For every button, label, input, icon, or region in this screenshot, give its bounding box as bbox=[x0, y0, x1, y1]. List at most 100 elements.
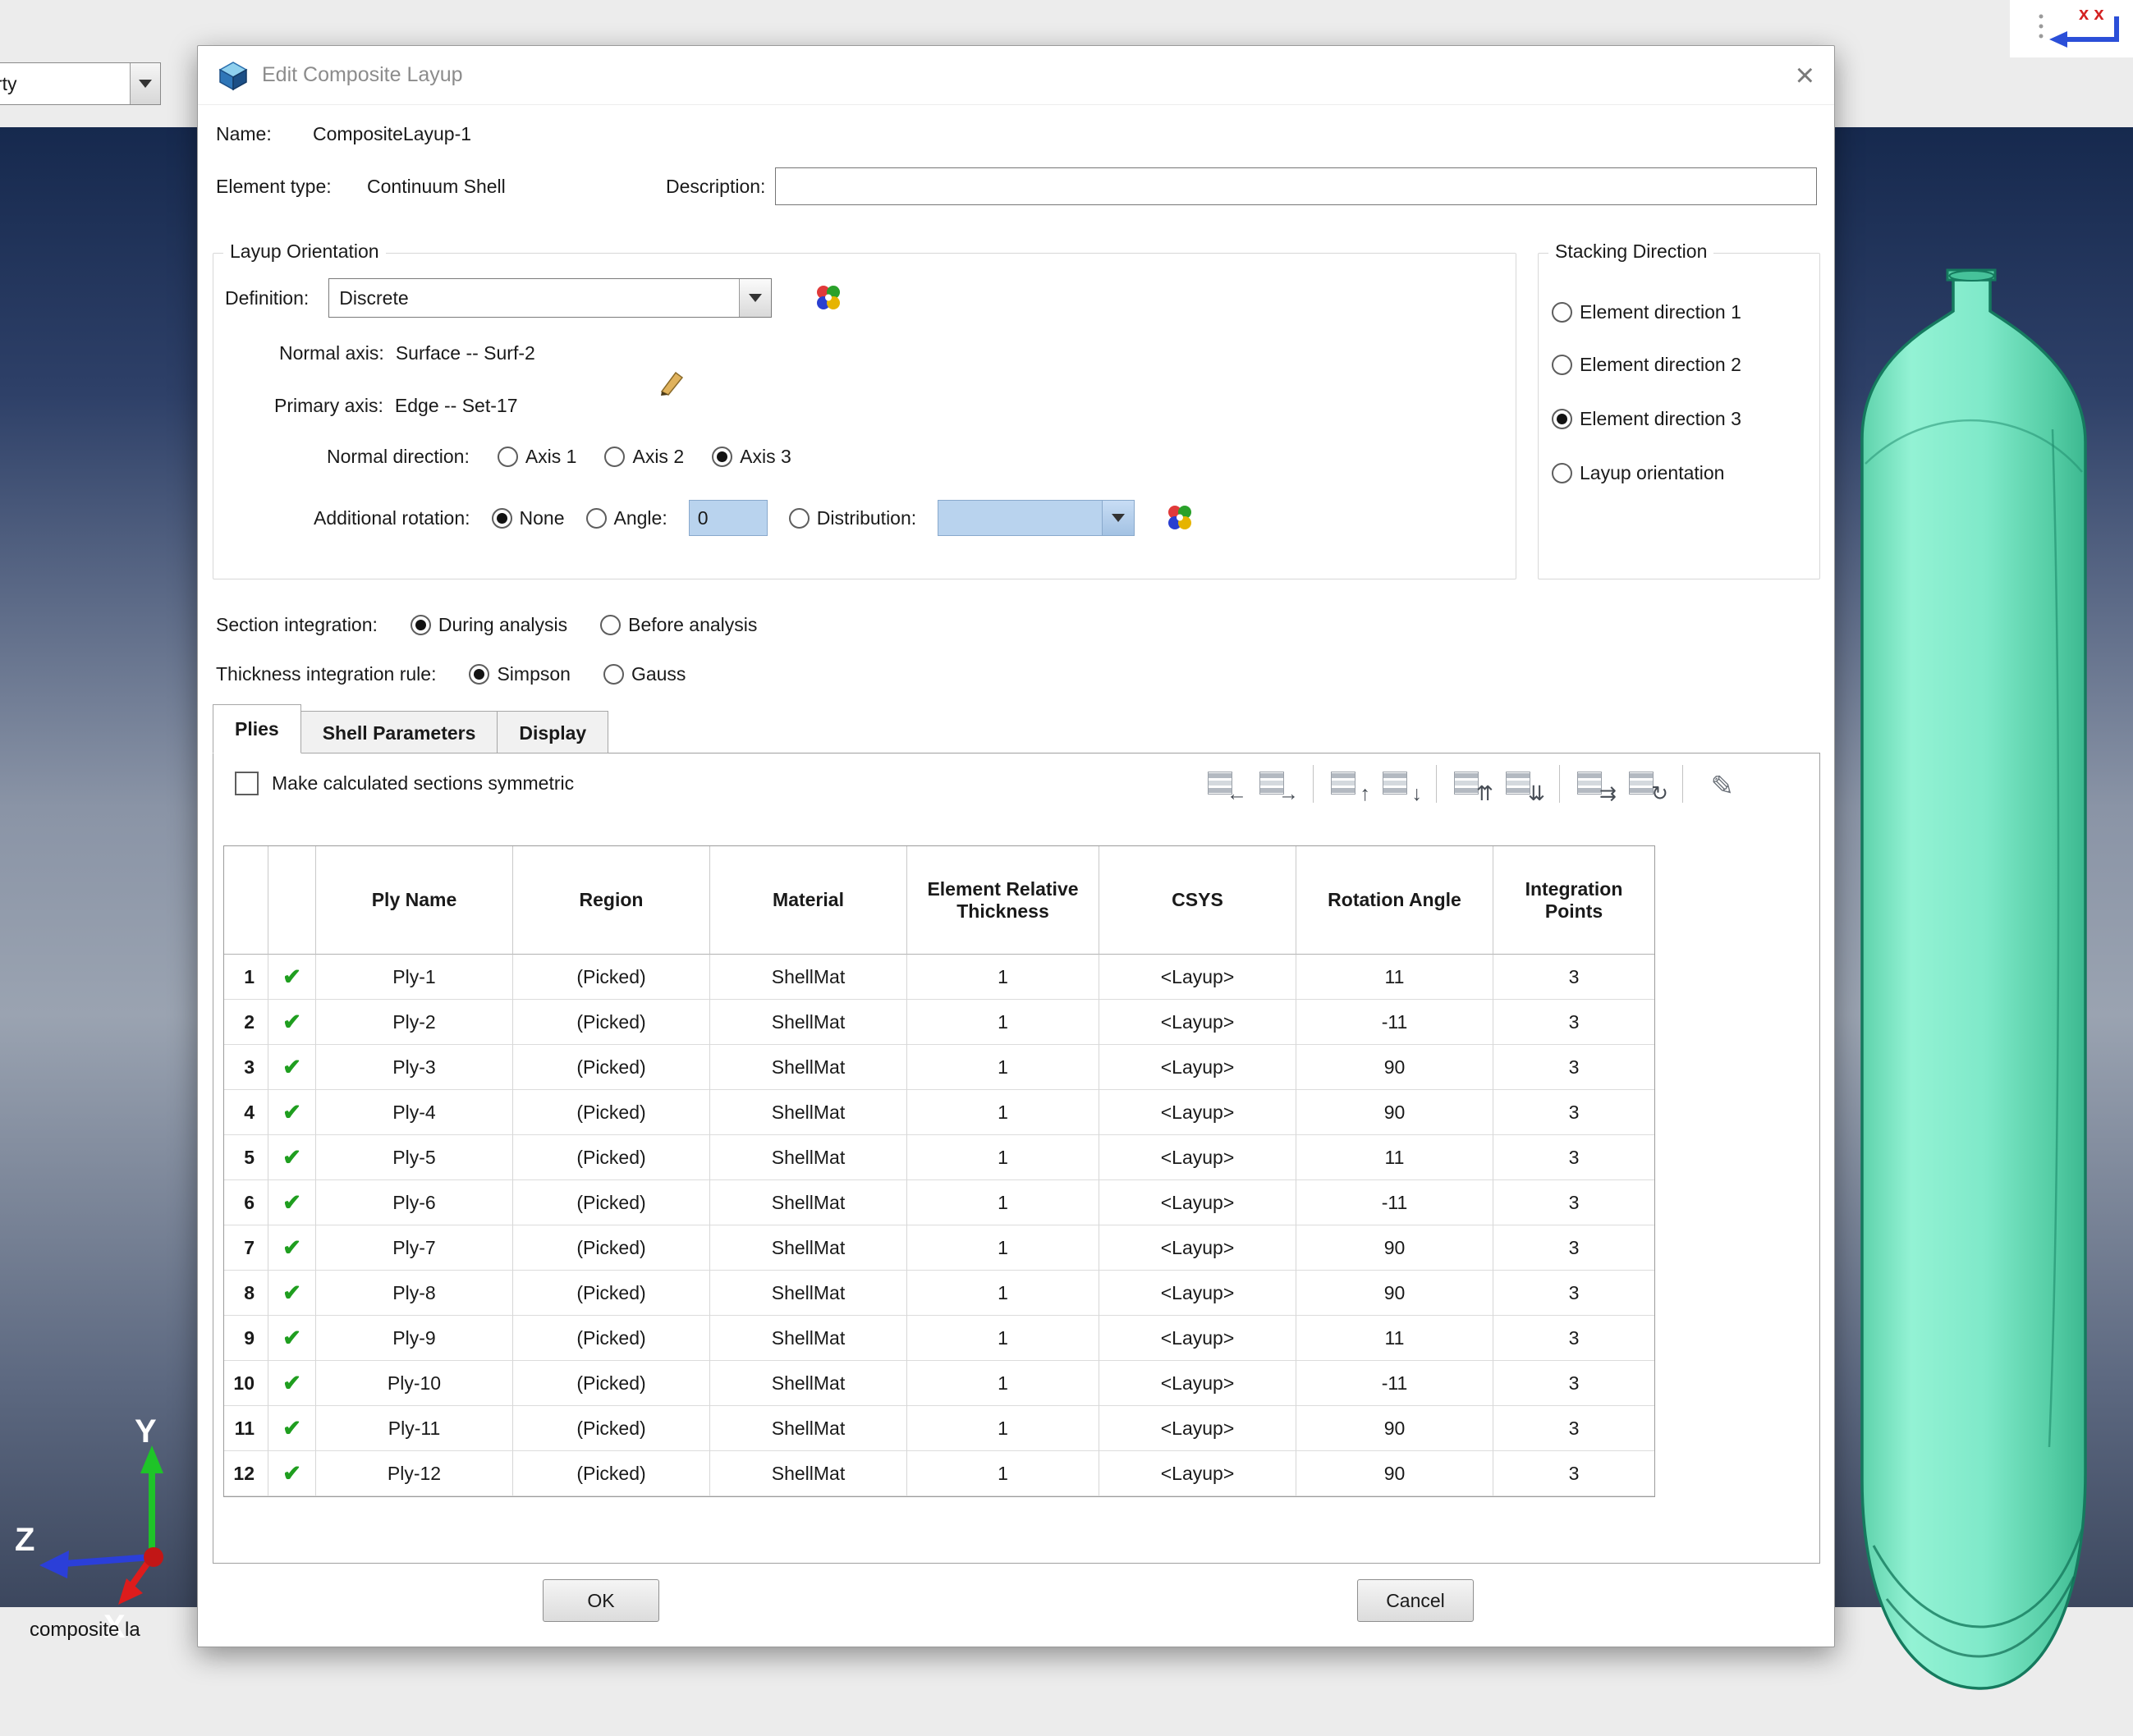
copy-ply-icon[interactable]: ⇈ bbox=[1452, 766, 1493, 802]
distribution-picker-icon[interactable] bbox=[1164, 503, 1194, 533]
ply-csys-cell[interactable]: <Layup> bbox=[1099, 1406, 1296, 1451]
ply-csys-cell[interactable]: <Layup> bbox=[1099, 1180, 1296, 1225]
ply-region-cell[interactable]: (Picked) bbox=[513, 1316, 710, 1361]
ply-active-check-icon[interactable]: ✔ bbox=[268, 1271, 316, 1316]
description-input[interactable] bbox=[775, 167, 1817, 205]
ply-name-cell[interactable]: Ply-11 bbox=[316, 1406, 513, 1451]
ply-rotation-angle-cell[interactable]: 90 bbox=[1296, 1406, 1493, 1451]
tab-shell-parameters[interactable]: Shell Parameters bbox=[301, 711, 498, 753]
ply-material-cell[interactable]: ShellMat bbox=[710, 1451, 907, 1496]
radio-before-analysis[interactable]: Before analysis bbox=[600, 614, 757, 636]
rotate-plies-icon[interactable]: ↻ bbox=[1626, 766, 1667, 802]
ply-row-number[interactable]: 9 bbox=[224, 1316, 268, 1361]
ply-thickness-cell[interactable]: 1 bbox=[907, 1045, 1099, 1090]
ply-material-cell[interactable]: ShellMat bbox=[710, 1180, 907, 1225]
radio-rotation-distribution[interactable]: Distribution: bbox=[789, 507, 916, 529]
property-combo[interactable]: rty bbox=[0, 62, 161, 105]
ply-material-cell[interactable]: ShellMat bbox=[710, 1316, 907, 1361]
radio-rotation-none[interactable]: None bbox=[492, 507, 565, 529]
ply-thickness-cell[interactable]: 1 bbox=[907, 955, 1099, 1000]
ply-name-cell[interactable]: Ply-4 bbox=[316, 1090, 513, 1135]
ply-name-cell[interactable]: Ply-2 bbox=[316, 1000, 513, 1045]
ply-rotation-angle-cell[interactable]: 90 bbox=[1296, 1451, 1493, 1496]
radio-normal-direction-axis2[interactable]: Axis 2 bbox=[604, 446, 684, 468]
radio-element-direction-1[interactable]: Element direction 1 bbox=[1552, 301, 1741, 323]
ply-active-check-icon[interactable]: ✔ bbox=[268, 1180, 316, 1225]
ply-region-cell[interactable]: (Picked) bbox=[513, 1361, 710, 1406]
ply-row-number[interactable]: 12 bbox=[224, 1451, 268, 1496]
ply-region-cell[interactable]: (Picked) bbox=[513, 1000, 710, 1045]
ply-name-cell[interactable]: Ply-6 bbox=[316, 1180, 513, 1225]
ply-name-cell[interactable]: Ply-8 bbox=[316, 1271, 513, 1316]
edit-axis-pencil-icon[interactable] bbox=[657, 367, 686, 396]
ply-integration-points-cell[interactable]: 3 bbox=[1493, 955, 1654, 1000]
radio-element-direction-3[interactable]: Element direction 3 bbox=[1552, 408, 1741, 430]
radio-element-direction-2[interactable]: Element direction 2 bbox=[1552, 354, 1741, 376]
ply-thickness-cell[interactable]: 1 bbox=[907, 1000, 1099, 1045]
ply-csys-cell[interactable]: <Layup> bbox=[1099, 1135, 1296, 1180]
close-icon[interactable]: × bbox=[1796, 59, 1814, 92]
ply-csys-cell[interactable]: <Layup> bbox=[1099, 1090, 1296, 1135]
ply-name-cell[interactable]: Ply-9 bbox=[316, 1316, 513, 1361]
ply-rotation-angle-cell[interactable]: 90 bbox=[1296, 1045, 1493, 1090]
ply-region-cell[interactable]: (Picked) bbox=[513, 1271, 710, 1316]
ply-active-check-icon[interactable]: ✔ bbox=[268, 1451, 316, 1496]
ply-integration-points-cell[interactable]: 3 bbox=[1493, 1180, 1654, 1225]
ply-region-cell[interactable]: (Picked) bbox=[513, 1180, 710, 1225]
ply-name-cell[interactable]: Ply-1 bbox=[316, 955, 513, 1000]
ply-thickness-cell[interactable]: 1 bbox=[907, 1225, 1099, 1271]
ply-integration-points-cell[interactable]: 3 bbox=[1493, 1225, 1654, 1271]
ply-rotation-angle-cell[interactable]: -11 bbox=[1296, 1180, 1493, 1225]
ply-active-check-icon[interactable]: ✔ bbox=[268, 1361, 316, 1406]
ply-rotation-angle-cell[interactable]: -11 bbox=[1296, 1000, 1493, 1045]
ply-csys-cell[interactable]: <Layup> bbox=[1099, 955, 1296, 1000]
radio-simpson[interactable]: Simpson bbox=[469, 663, 570, 685]
ply-integration-points-cell[interactable]: 3 bbox=[1493, 1135, 1654, 1180]
ply-active-check-icon[interactable]: ✔ bbox=[268, 1406, 316, 1451]
ply-region-cell[interactable]: (Picked) bbox=[513, 1045, 710, 1090]
angle-input[interactable] bbox=[689, 500, 768, 536]
ply-csys-cell[interactable]: <Layup> bbox=[1099, 1000, 1296, 1045]
move-ply-down-icon[interactable]: ↓ bbox=[1380, 766, 1421, 802]
ok-button[interactable]: OK bbox=[543, 1579, 659, 1622]
ply-material-cell[interactable]: ShellMat bbox=[710, 1000, 907, 1045]
ply-active-check-icon[interactable]: ✔ bbox=[268, 955, 316, 1000]
radio-layup-orientation[interactable]: Layup orientation bbox=[1552, 462, 1724, 484]
ply-region-cell[interactable]: (Picked) bbox=[513, 1225, 710, 1271]
ply-region-cell[interactable]: (Picked) bbox=[513, 1406, 710, 1451]
ply-csys-cell[interactable]: <Layup> bbox=[1099, 1271, 1296, 1316]
ply-active-check-icon[interactable]: ✔ bbox=[268, 1316, 316, 1361]
dialog-titlebar[interactable]: Edit Composite Layup × bbox=[198, 46, 1834, 105]
ply-active-check-icon[interactable]: ✔ bbox=[268, 1090, 316, 1135]
ply-rotation-angle-cell[interactable]: 11 bbox=[1296, 1316, 1493, 1361]
tab-plies[interactable]: Plies bbox=[213, 704, 301, 753]
ply-rotation-angle-cell[interactable]: 90 bbox=[1296, 1225, 1493, 1271]
ply-row-number[interactable]: 6 bbox=[224, 1180, 268, 1225]
ply-thickness-cell[interactable]: 1 bbox=[907, 1090, 1099, 1135]
symmetric-checkbox[interactable] bbox=[235, 772, 259, 795]
ply-material-cell[interactable]: ShellMat bbox=[710, 955, 907, 1000]
ply-csys-cell[interactable]: <Layup> bbox=[1099, 1045, 1296, 1090]
ply-thickness-cell[interactable]: 1 bbox=[907, 1271, 1099, 1316]
ply-material-cell[interactable]: ShellMat bbox=[710, 1045, 907, 1090]
ply-row-number[interactable]: 1 bbox=[224, 955, 268, 1000]
ply-material-cell[interactable]: ShellMat bbox=[710, 1406, 907, 1451]
ply-thickness-cell[interactable]: 1 bbox=[907, 1451, 1099, 1496]
radio-normal-direction-axis3[interactable]: Axis 3 bbox=[712, 446, 791, 468]
ply-row-number[interactable]: 7 bbox=[224, 1225, 268, 1271]
ply-name-cell[interactable]: Ply-12 bbox=[316, 1451, 513, 1496]
ply-csys-cell[interactable]: <Layup> bbox=[1099, 1361, 1296, 1406]
ply-rotation-angle-cell[interactable]: -11 bbox=[1296, 1361, 1493, 1406]
ply-material-cell[interactable]: ShellMat bbox=[710, 1090, 907, 1135]
ply-row-number[interactable]: 5 bbox=[224, 1135, 268, 1180]
ply-row-number[interactable]: 2 bbox=[224, 1000, 268, 1045]
ply-integration-points-cell[interactable]: 3 bbox=[1493, 1000, 1654, 1045]
ply-thickness-cell[interactable]: 1 bbox=[907, 1135, 1099, 1180]
ply-material-cell[interactable]: ShellMat bbox=[710, 1135, 907, 1180]
ply-row-number[interactable]: 11 bbox=[224, 1406, 268, 1451]
edit-ply-icon[interactable]: ✎ bbox=[1698, 766, 1739, 802]
ply-row-number[interactable]: 8 bbox=[224, 1271, 268, 1316]
ply-integration-points-cell[interactable]: 3 bbox=[1493, 1271, 1654, 1316]
move-ply-up-icon[interactable]: ↑ bbox=[1328, 766, 1369, 802]
datum-csys-picker-icon[interactable] bbox=[813, 283, 842, 313]
